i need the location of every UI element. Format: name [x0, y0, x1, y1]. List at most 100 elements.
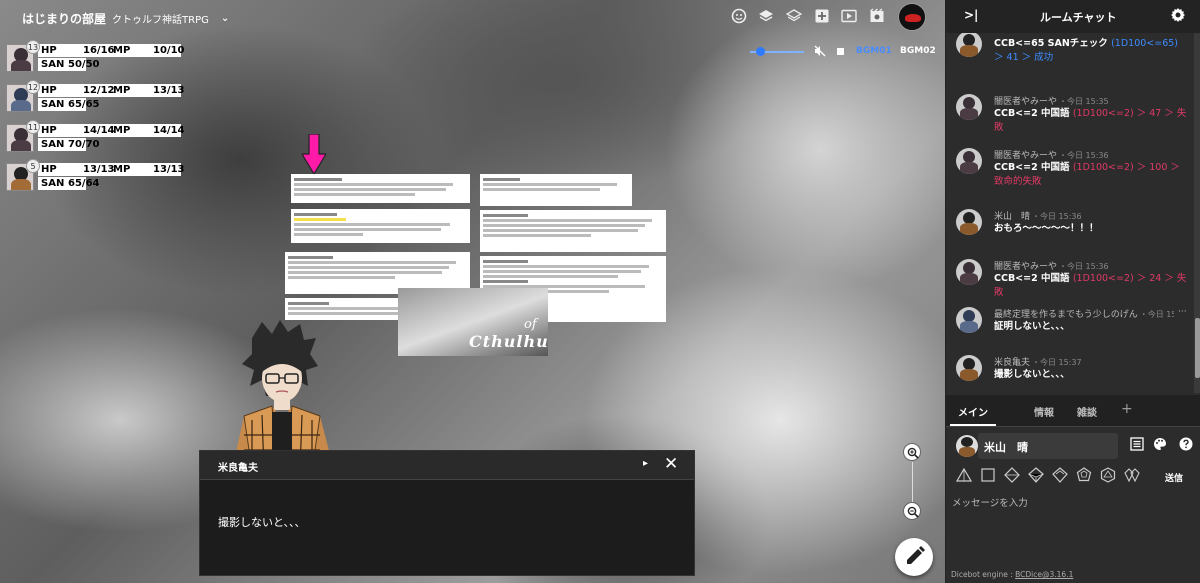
d12-icon[interactable]: [1076, 467, 1092, 483]
hp-mp-line: HP 13/13 MP 13/13: [38, 163, 184, 176]
dice-selector: [954, 467, 1194, 485]
san-line: SAN 50/50: [38, 58, 99, 71]
chevron-down-icon[interactable]: ⌄: [221, 13, 229, 24]
chat-message-author: 闇医者やみーや ・今日 15:36: [994, 151, 1109, 161]
chat-message: CCB<=65 SANチェック (1D100<=65) ＞ 41 ＞ 成功: [946, 33, 1194, 77]
layers-icon[interactable]: [758, 8, 774, 24]
edit-button[interactable]: [895, 538, 933, 576]
zoom-out-button[interactable]: [903, 502, 921, 520]
bgm02-label[interactable]: BGM02: [900, 46, 936, 56]
top-bar: はじまりの部屋 クトゥルフ神話TRPG ⌄: [0, 0, 945, 34]
chat-avatar[interactable]: [956, 307, 982, 333]
tab-main[interactable]: メイン: [958, 404, 988, 419]
chat-tabs: メイン 情報 雑談 +: [946, 395, 1200, 427]
chat-input-area: 米山 晴 送信: [946, 427, 1200, 583]
chat-message: 米山 晴・今日 15:36 おもろ〜〜〜〜〜！！！: [946, 205, 1194, 255]
tab-chat[interactable]: 雑談: [1077, 404, 1097, 419]
room-title[interactable]: はじまりの部屋 クトゥルフ神話TRPG ⌄: [22, 10, 229, 27]
pencil-icon: [907, 546, 925, 564]
message-window-header: 米良亀夫 ▸ ✕: [200, 451, 694, 480]
speaker-avatar[interactable]: [956, 435, 978, 457]
san-line: SAN 65/64: [38, 177, 99, 190]
document-card[interactable]: of Cthulhu: [285, 172, 669, 356]
dicebot-info: Dicebot engine : BCDice@3.16.1: [951, 570, 1074, 579]
video-icon[interactable]: [841, 8, 857, 24]
chat-scrollbar-thumb[interactable]: [1195, 318, 1200, 378]
chat-message-text: 証明しないと、、、: [994, 321, 1070, 332]
d10-icon[interactable]: [1028, 467, 1044, 483]
d6-icon[interactable]: [980, 467, 996, 483]
chat-title: ルームチャット: [1040, 11, 1117, 24]
palette-icon[interactable]: [1153, 437, 1167, 451]
more-options-icon[interactable]: ···: [1178, 307, 1187, 317]
close-icon[interactable]: ✕: [664, 454, 678, 474]
layers-outline-icon[interactable]: [785, 8, 803, 24]
chat-message-author: 米良亀夫 ・今日 15:37: [994, 358, 1082, 368]
d100-icon[interactable]: [1124, 467, 1140, 483]
chat-message: 闇医者やみーや ・今日 15:36 CCB<=2 中国語 (1D100<=2) ＞…: [946, 255, 1194, 305]
zoom-slider-track[interactable]: [912, 462, 913, 502]
speaker-name: 米山 晴: [984, 441, 1028, 454]
hp-mp-line: HP 16/16 MP 10/10: [38, 44, 184, 57]
face-icon[interactable]: [731, 8, 747, 24]
chat-message: 米良亀夫 ・今日 15:37 撮影しないと、、、: [946, 351, 1194, 393]
arrow-down-icon[interactable]: [302, 134, 326, 174]
zoom-out-icon: [907, 506, 919, 518]
cover-title: Cthulhu: [469, 332, 549, 351]
chat-scrollbar[interactable]: [1194, 33, 1200, 393]
mute-icon[interactable]: [814, 45, 826, 57]
d4-icon[interactable]: [956, 467, 972, 483]
cover-title-of: of: [524, 317, 537, 332]
chat-message: 闇医者やみーや ・今日 15:35 CCB<=2 中国語 (1D100<=2) ＞…: [946, 90, 1194, 140]
chat-message-text: おもろ〜〜〜〜〜！！！: [994, 223, 1099, 234]
san-line: SAN 70/70: [38, 138, 99, 151]
list-icon[interactable]: [1130, 437, 1144, 451]
tab-info[interactable]: 情報: [1034, 404, 1054, 419]
volume-slider-handle[interactable]: [756, 47, 766, 56]
d20-icon[interactable]: [1100, 467, 1116, 483]
chat-avatar[interactable]: [956, 33, 982, 57]
chat-message-author: 最終定理を作るまでもう少しのげん・今日 15:36: [994, 310, 1174, 320]
gear-icon[interactable]: [1170, 7, 1186, 23]
help-icon[interactable]: [1179, 437, 1193, 451]
zoom-in-button[interactable]: [903, 443, 921, 461]
d8-icon[interactable]: [1004, 467, 1020, 483]
chat-log[interactable]: CCB<=65 SANチェック (1D100<=65) ＞ 41 ＞ 成功 闇医…: [946, 33, 1194, 393]
dicebot-version-link[interactable]: BCDice@3.16.1: [1015, 570, 1073, 579]
chat-message-author: 闇医者やみーや ・今日 15:36: [994, 262, 1109, 272]
message-speaker-name: 米良亀夫: [218, 463, 258, 474]
room-system: クトゥルフ神話TRPG: [112, 15, 209, 26]
message-window[interactable]: 米良亀夫 ▸ ✕ 撮影しないと、、、: [199, 450, 695, 576]
doc-section: [291, 209, 470, 243]
chat-avatar[interactable]: [956, 355, 982, 381]
chat-avatar[interactable]: [956, 148, 982, 174]
scene-icon[interactable]: [869, 8, 885, 24]
play-icon[interactable]: ▸: [643, 458, 648, 469]
chat-message-text: CCB<=65 SANチェック (1D100<=65) ＞ 41 ＞ 成功: [994, 38, 1179, 63]
add-tab-icon[interactable]: +: [1121, 401, 1133, 417]
stop-icon[interactable]: [837, 48, 844, 55]
room-name: はじまりの部屋: [22, 12, 107, 26]
chat-message-text: 撮影しないと、、、: [994, 369, 1070, 380]
chat-avatar[interactable]: [956, 209, 982, 235]
doc-section: [480, 174, 632, 206]
character-level-badge: 5: [26, 159, 40, 173]
chat-message: 闇医者やみーや ・今日 15:36 CCB<=2 中国語 (1D100<=2) ＞…: [946, 144, 1194, 204]
chat-avatar[interactable]: [956, 94, 982, 120]
d10-percent-icon[interactable]: [1052, 467, 1068, 483]
character-level-badge: 12: [26, 80, 40, 94]
user-avatar[interactable]: [898, 3, 926, 31]
chat-message-text: CCB<=2 中国語 (1D100<=2) ＞ 24 ＞ 失敗: [994, 273, 1187, 298]
board-canvas[interactable]: はじまりの部屋 クトゥルフ神話TRPG ⌄ BGM01 BGM02 13 HP …: [0, 0, 945, 583]
chat-message-text: CCB<=2 中国語 (1D100<=2) ＞ 100 ＞ 致命的失敗: [994, 162, 1180, 187]
san-line: SAN 65/65: [38, 98, 99, 111]
bgm01-label[interactable]: BGM01: [856, 46, 892, 56]
zoom-in-icon: [907, 447, 919, 459]
chat-avatar[interactable]: [956, 259, 982, 285]
character-standing-image[interactable]: [222, 320, 342, 470]
message-input[interactable]: [948, 487, 1199, 571]
collapse-panel-icon[interactable]: >|: [964, 8, 978, 22]
send-button[interactable]: 送信: [1165, 471, 1183, 484]
add-box-icon[interactable]: [814, 8, 830, 24]
speaker-select[interactable]: 米山 晴: [978, 433, 1118, 459]
